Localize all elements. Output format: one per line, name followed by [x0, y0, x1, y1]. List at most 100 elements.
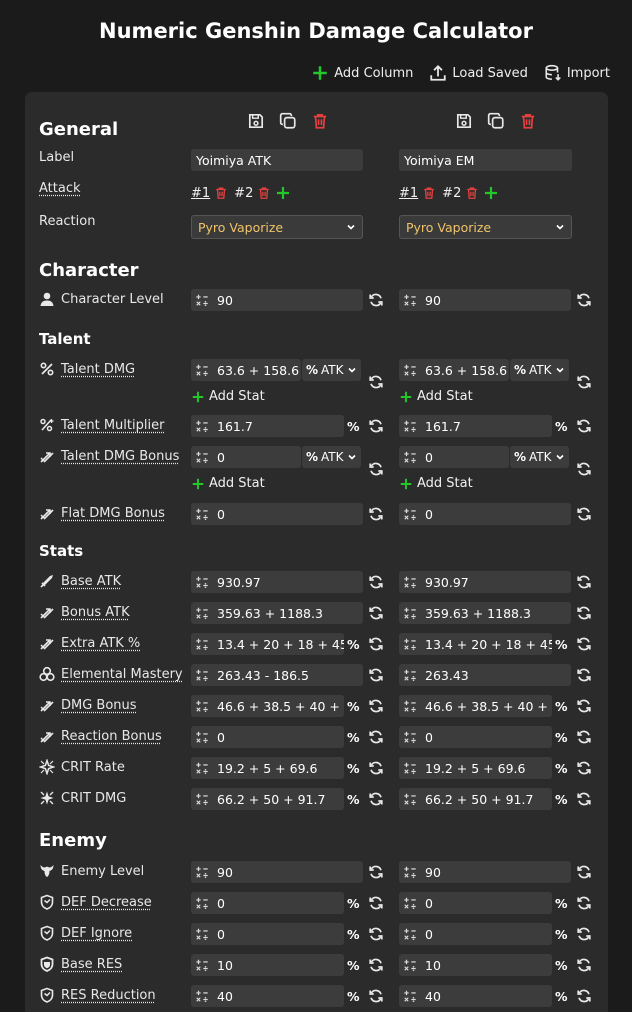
reset-icon[interactable] — [576, 667, 592, 683]
column-2-dmg-bonus-input[interactable]: 46.6 + 38.5 + 40 + 5 — [399, 695, 552, 717]
save-icon[interactable] — [455, 112, 473, 130]
stepper-icon[interactable] — [191, 633, 213, 655]
column-1-elemental-mastery-input[interactable]: 263.43 - 186.5 — [191, 664, 363, 686]
column-2-reaction-select[interactable]: Pyro Vaporize — [399, 215, 572, 239]
column-2-extra-atk-input[interactable]: 13.4 + 20 + 18 + 45 — [399, 633, 552, 655]
reset-icon[interactable] — [368, 374, 384, 390]
stepper-icon[interactable] — [399, 695, 421, 717]
reset-icon[interactable] — [576, 988, 592, 1004]
stepper-icon[interactable] — [399, 289, 421, 311]
trash-icon[interactable] — [257, 186, 271, 200]
attack-tab[interactable]: #2 — [442, 186, 461, 201]
column-2-talent-dmg-bonus-input[interactable]: 0 — [399, 446, 509, 468]
stepper-icon[interactable] — [191, 954, 213, 976]
column-1-flat-dmg-bonus-input[interactable]: 0 — [191, 503, 363, 525]
column-2-def-ignore-input[interactable]: 0 — [399, 923, 552, 945]
save-icon[interactable] — [247, 112, 265, 130]
column-2-base-res-input[interactable]: 10 — [399, 954, 552, 976]
reset-icon[interactable] — [576, 506, 592, 522]
column-1-talent-dmg-bonus-input[interactable]: 0 — [191, 446, 301, 468]
stepper-icon[interactable] — [191, 861, 213, 883]
stepper-icon[interactable] — [191, 757, 213, 779]
copy-icon[interactable] — [487, 112, 505, 130]
unit-select[interactable]: % ATK — [510, 359, 569, 381]
column-2-enemy-level-input[interactable]: 90 — [399, 861, 571, 883]
reset-icon[interactable] — [368, 957, 384, 973]
reset-icon[interactable] — [368, 292, 384, 308]
column-2-base-atk-input[interactable]: 930.97 — [399, 571, 571, 593]
reset-icon[interactable] — [576, 636, 592, 652]
stepper-icon[interactable] — [191, 503, 213, 525]
reset-icon[interactable] — [368, 760, 384, 776]
reset-icon[interactable] — [368, 895, 384, 911]
reset-icon[interactable] — [368, 418, 384, 434]
column-1-crit-dmg-input[interactable]: 66.2 + 50 + 91.7 — [191, 788, 344, 810]
add-stat-button[interactable]: Add Stat — [399, 389, 473, 404]
stepper-icon[interactable] — [399, 757, 421, 779]
column-1-character-level-input[interactable]: 90 — [191, 289, 363, 311]
reset-icon[interactable] — [368, 988, 384, 1004]
stepper-icon[interactable] — [399, 726, 421, 748]
reset-icon[interactable] — [368, 729, 384, 745]
stepper-icon[interactable] — [191, 571, 213, 593]
reset-icon[interactable] — [368, 667, 384, 683]
stepper-icon[interactable] — [191, 923, 213, 945]
reset-icon[interactable] — [576, 791, 592, 807]
add-stat-button[interactable]: Add Stat — [191, 476, 265, 491]
unit-select[interactable]: % ATK — [302, 359, 361, 381]
stepper-icon[interactable] — [191, 985, 213, 1007]
reset-icon[interactable] — [368, 698, 384, 714]
trash-icon[interactable] — [519, 112, 537, 130]
stepper-icon[interactable] — [399, 788, 421, 810]
trash-icon[interactable] — [422, 186, 436, 200]
reset-icon[interactable] — [576, 698, 592, 714]
reset-icon[interactable] — [576, 729, 592, 745]
stepper-icon[interactable] — [399, 985, 421, 1007]
reset-icon[interactable] — [576, 864, 592, 880]
stepper-icon[interactable] — [191, 726, 213, 748]
attack-tab[interactable]: #2 — [234, 186, 253, 201]
column-1-def-decrease-input[interactable]: 0 — [191, 892, 344, 914]
reset-icon[interactable] — [576, 461, 592, 477]
column-1-crit-rate-input[interactable]: 19.2 + 5 + 69.6 — [191, 757, 344, 779]
add-attack-plus-icon[interactable] — [275, 185, 291, 201]
reset-icon[interactable] — [576, 926, 592, 942]
column-1-res-reduction-input[interactable]: 40 — [191, 985, 344, 1007]
reset-icon[interactable] — [576, 605, 592, 621]
add-stat-button[interactable]: Add Stat — [191, 389, 265, 404]
column-1-base-atk-input[interactable]: 930.97 — [191, 571, 363, 593]
column-1-bonus-atk-input[interactable]: 359.63 + 1188.3 — [191, 602, 363, 624]
import-button[interactable]: Import — [544, 64, 610, 82]
stepper-icon[interactable] — [191, 695, 213, 717]
reset-icon[interactable] — [368, 864, 384, 880]
column-2-crit-rate-input[interactable]: 19.2 + 5 + 69.6 — [399, 757, 552, 779]
stepper-icon[interactable] — [191, 289, 213, 311]
column-1-reaction-bonus-input[interactable]: 0 — [191, 726, 344, 748]
column-2-res-reduction-input[interactable]: 40 — [399, 985, 552, 1007]
trash-icon[interactable] — [214, 186, 228, 200]
column-2-bonus-atk-input[interactable]: 359.63 + 1188.3 — [399, 602, 571, 624]
column-1-enemy-level-input[interactable]: 90 — [191, 861, 363, 883]
column-2-talent-dmg-input[interactable]: 63.6 + 158.6 — [399, 359, 509, 381]
attack-tab[interactable]: #1 — [191, 186, 210, 201]
stepper-icon[interactable] — [399, 633, 421, 655]
reset-icon[interactable] — [576, 895, 592, 911]
column-1-extra-atk-input[interactable]: 13.4 + 20 + 18 + 45 — [191, 633, 344, 655]
stepper-icon[interactable] — [399, 861, 421, 883]
stepper-icon[interactable] — [399, 664, 421, 686]
stepper-icon[interactable] — [399, 571, 421, 593]
reset-icon[interactable] — [368, 791, 384, 807]
attack-tab[interactable]: #1 — [399, 186, 418, 201]
stepper-icon[interactable] — [191, 892, 213, 914]
load-saved-button[interactable]: Load Saved — [429, 64, 527, 82]
stepper-icon[interactable] — [191, 446, 213, 468]
reset-icon[interactable] — [576, 574, 592, 590]
reset-icon[interactable] — [368, 574, 384, 590]
column-2-label-input[interactable]: Yoimiya EM — [399, 149, 572, 171]
reset-icon[interactable] — [576, 760, 592, 776]
unit-select[interactable]: % ATK — [302, 446, 361, 468]
column-2-flat-dmg-bonus-input[interactable]: 0 — [399, 503, 571, 525]
stepper-icon[interactable] — [399, 503, 421, 525]
stepper-icon[interactable] — [191, 415, 213, 437]
stepper-icon[interactable] — [399, 446, 421, 468]
